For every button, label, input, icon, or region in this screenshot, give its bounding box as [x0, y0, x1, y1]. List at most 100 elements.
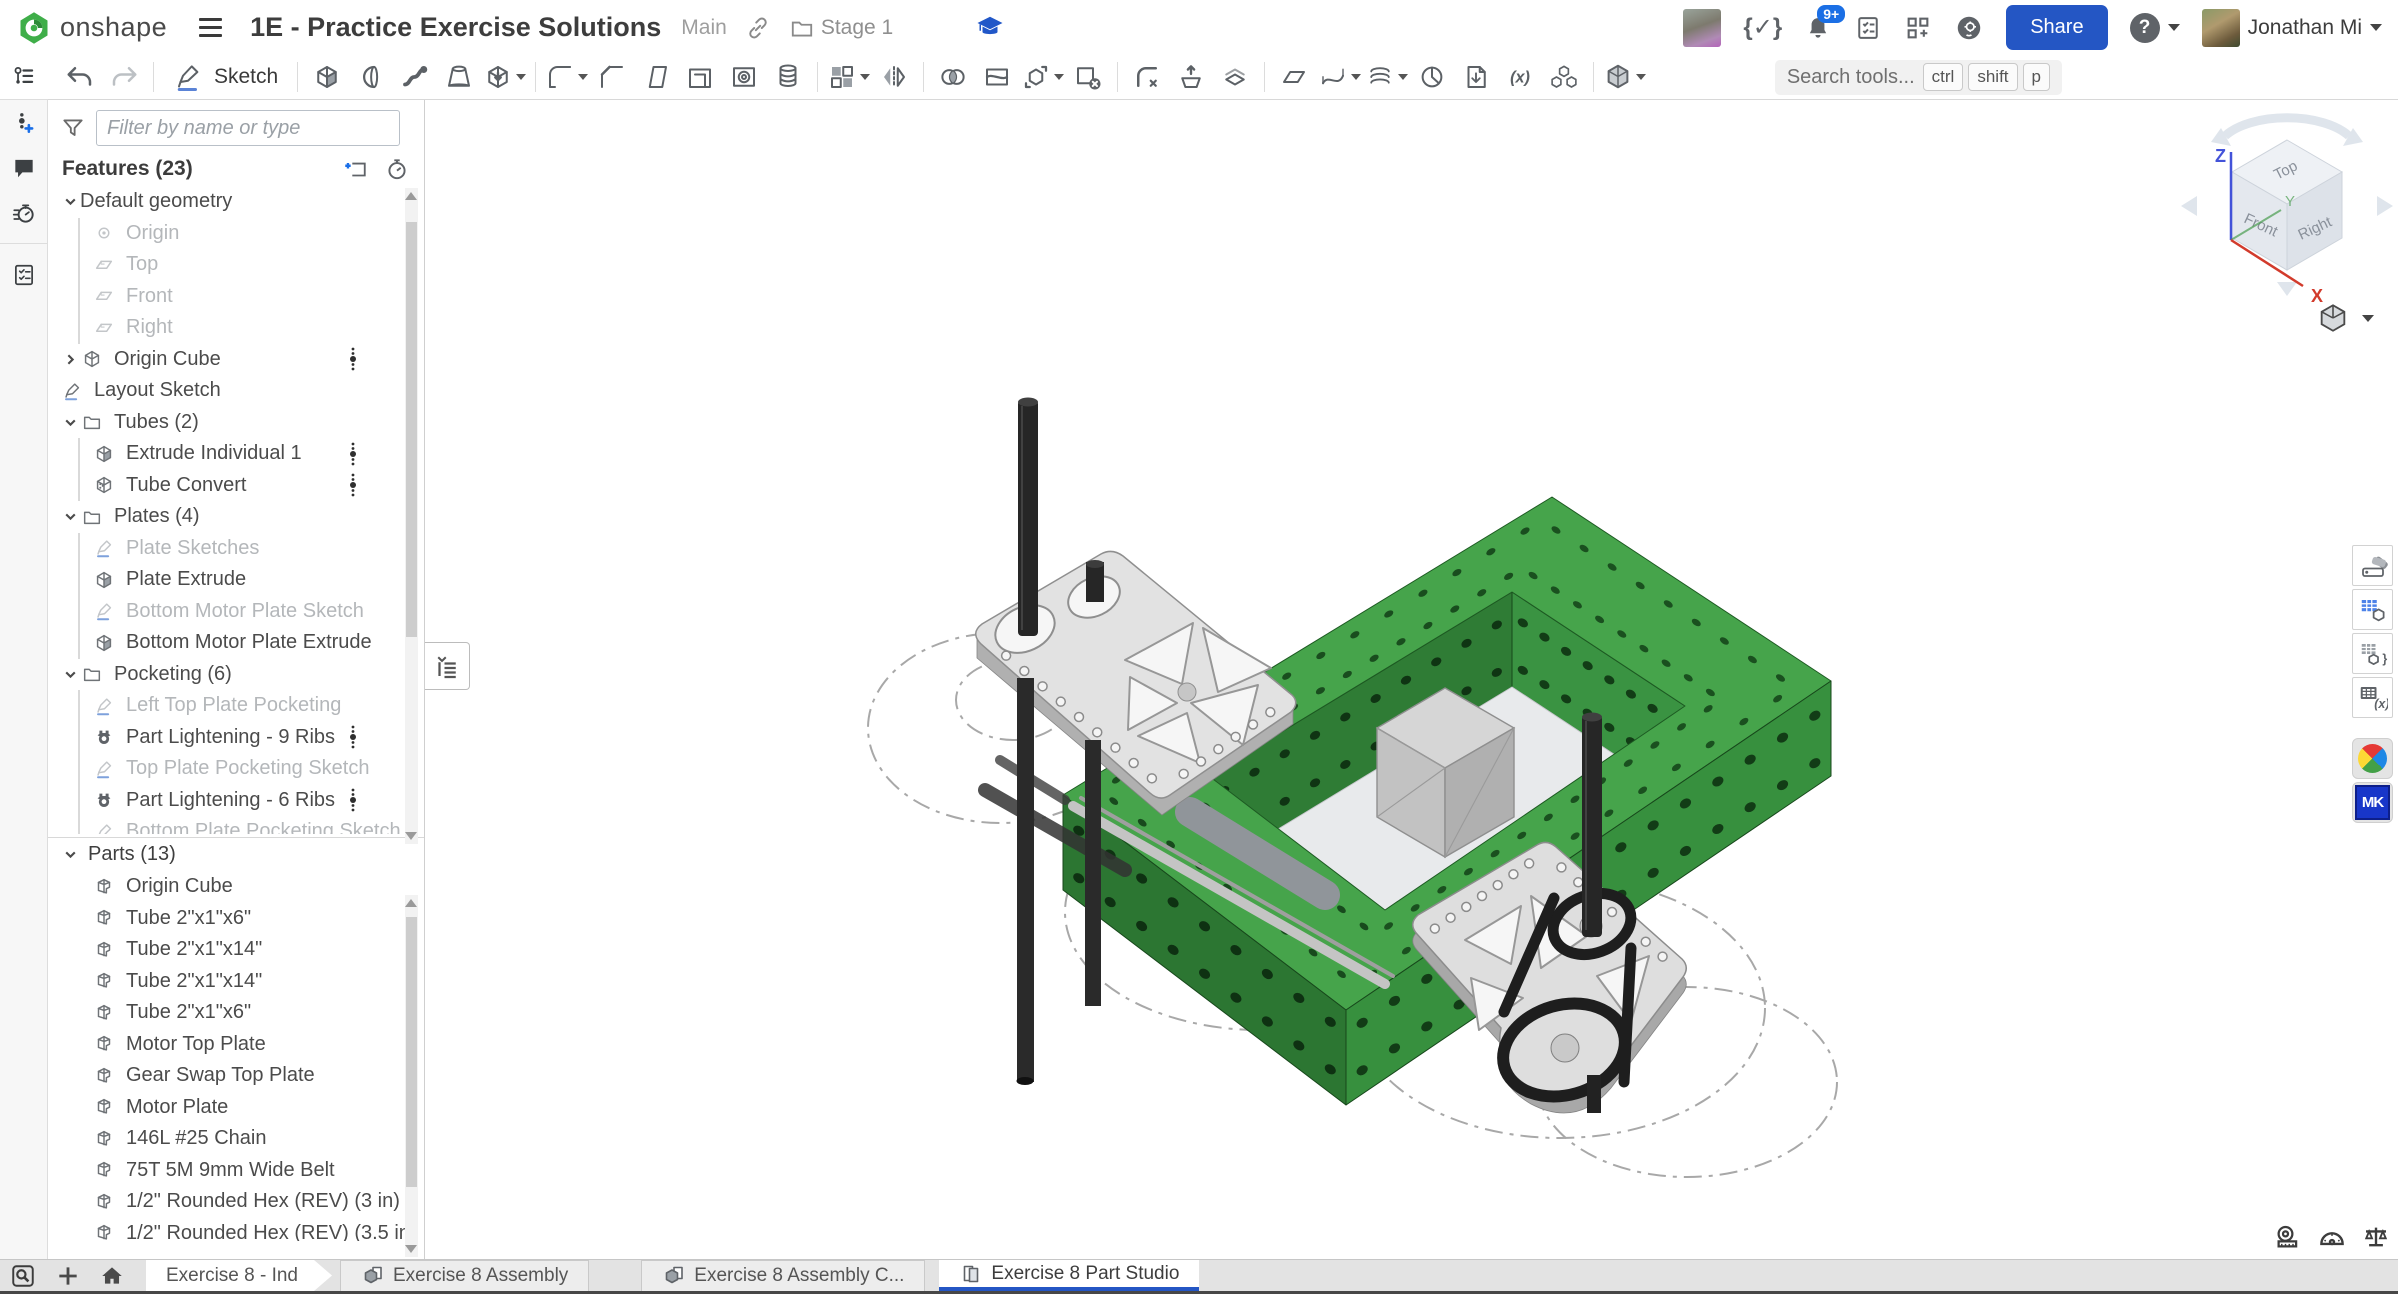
offset-surface-button[interactable]: [1213, 58, 1257, 96]
feature-list-button[interactable]: [0, 55, 48, 100]
collaborator-avatar[interactable]: [1683, 9, 1721, 47]
new-folder-icon[interactable]: [342, 156, 368, 182]
caret-down-icon[interactable]: [60, 509, 80, 524]
parts-header-row[interactable]: Parts (13): [48, 838, 424, 871]
feature-tree-item[interactable]: Tube Convert: [48, 470, 424, 502]
search-tabs-button[interactable]: [0, 1260, 46, 1291]
feature-tree-group[interactable]: Pocketing (6): [48, 659, 424, 691]
caret-right-icon[interactable]: [60, 352, 80, 367]
rotate-down-arrow[interactable]: [2277, 282, 2297, 296]
part-item[interactable]: 75T 5M 9mm Wide Belt: [48, 1155, 424, 1187]
version-label[interactable]: Stage 1: [821, 16, 893, 40]
protractor-button[interactable]: [2317, 1222, 2347, 1252]
tab-exercise-8-part-studio[interactable]: Exercise 8 Part Studio: [939, 1260, 1199, 1291]
revolve-button[interactable]: [349, 58, 393, 96]
feature-tree-item[interactable]: Right: [48, 312, 424, 344]
follow-checklist-button[interactable]: [0, 252, 48, 297]
release-tasks-icon[interactable]: [1854, 14, 1882, 42]
view-options-button[interactable]: [2310, 300, 2380, 336]
derived-button[interactable]: [1454, 58, 1498, 96]
draft-button[interactable]: [634, 58, 678, 96]
modify-fillet-button[interactable]: [1125, 58, 1169, 96]
tape-measure-button[interactable]: [2273, 1222, 2303, 1252]
feature-tree-item[interactable]: Bottom Motor Plate Extrude: [48, 627, 424, 659]
caret-down-icon[interactable]: [60, 415, 80, 430]
feature-tree-item[interactable]: Top: [48, 249, 424, 281]
caret-down-icon[interactable]: [60, 194, 80, 209]
panel-collapse-handle[interactable]: [425, 642, 470, 690]
featurescript-icon[interactable]: {✓}: [1743, 13, 1782, 42]
sweep-button[interactable]: [393, 58, 437, 96]
3d-model-canvas[interactable]: Top Front Right Z Y X: [425, 100, 2398, 1260]
appearance-panel-button[interactable]: [2352, 545, 2393, 586]
main-menu-button[interactable]: [195, 14, 226, 41]
feature-tree-group[interactable]: Default geometry: [48, 186, 424, 218]
tab-exercise-8-assembly-c-[interactable]: Exercise 8 Assembly C...: [641, 1260, 925, 1291]
thicken-button[interactable]: [481, 58, 528, 96]
part-item[interactable]: Tube 2"x1"x6": [48, 997, 424, 1029]
transform-button[interactable]: [1019, 58, 1066, 96]
parts-scrollbar[interactable]: [405, 895, 418, 1257]
feature-tree-item[interactable]: Part Lightening - 6 Ribs: [48, 785, 424, 817]
mass-properties-button[interactable]: [2361, 1222, 2391, 1252]
feature-tree-group[interactable]: Plates (4): [48, 501, 424, 533]
feature-tree-item[interactable]: Layout Sketch: [48, 375, 424, 407]
surface-button[interactable]: [1316, 58, 1363, 96]
undo-button[interactable]: [58, 58, 102, 96]
features-scrollbar[interactable]: [405, 188, 418, 844]
feature-tree-item[interactable]: Plate Extrude: [48, 564, 424, 596]
suppress-dots-icon[interactable]: [348, 787, 358, 813]
tab-exercise-8-assembly[interactable]: Exercise 8 Assembly: [340, 1260, 589, 1291]
caret-down-icon[interactable]: [60, 667, 80, 682]
history-button[interactable]: [0, 190, 48, 235]
help-icon[interactable]: ?: [2130, 13, 2160, 43]
user-avatar[interactable]: [2202, 9, 2240, 47]
helix-button[interactable]: [1363, 58, 1410, 96]
shell-button[interactable]: [678, 58, 722, 96]
suppress-dots-icon[interactable]: [348, 724, 358, 750]
filter-input[interactable]: [96, 110, 400, 146]
home-tab-button[interactable]: [90, 1260, 134, 1291]
variable-table-button[interactable]: (x): [2352, 677, 2393, 718]
notifications-bell-icon[interactable]: 9+: [1804, 14, 1832, 42]
part-item[interactable]: 1/2" Rounded Hex (REV) (3 in): [48, 1186, 424, 1218]
redo-button[interactable]: [102, 58, 146, 96]
move-face-button[interactable]: [1169, 58, 1213, 96]
feature-tree-item[interactable]: Part Lightening - 9 Ribs: [48, 722, 424, 754]
part-item[interactable]: Gear Swap Top Plate: [48, 1060, 424, 1092]
color-app-button[interactable]: [2352, 738, 2393, 779]
mkcad-app-button[interactable]: MK: [2352, 782, 2393, 823]
feature-tree-item[interactable]: Plate Sketches: [48, 533, 424, 565]
tab-exercise-8-ind[interactable]: Exercise 8 - Ind: [146, 1260, 332, 1291]
feature-tree-item[interactable]: Front: [48, 281, 424, 313]
user-menu[interactable]: Jonathan Mi: [2202, 9, 2382, 47]
part-tables-button[interactable]: [2352, 589, 2393, 630]
link-icon[interactable]: [745, 15, 771, 41]
feature-tree-item[interactable]: Left Top Plate Pocketing: [48, 690, 424, 722]
thread-button[interactable]: [766, 58, 810, 96]
version-folder-icon[interactable]: Stage 1: [789, 15, 893, 41]
loft-button[interactable]: [437, 58, 481, 96]
plane-button[interactable]: [1272, 58, 1316, 96]
boolean-button[interactable]: [931, 58, 975, 96]
part-item[interactable]: 146L #25 Chain: [48, 1123, 424, 1155]
delete-part-button[interactable]: [1066, 58, 1110, 96]
rotate-left-arrow[interactable]: [2181, 196, 2197, 216]
search-tools-button[interactable]: Search tools... ctrlshiftp: [1775, 60, 2062, 95]
help-menu[interactable]: ?: [2130, 13, 2180, 43]
parts-caret-icon[interactable]: [60, 847, 80, 862]
feature-tree-group[interactable]: Origin Cube: [48, 344, 424, 376]
rotate-right-arrow[interactable]: [2377, 196, 2393, 216]
part-item[interactable]: Tube 2"x1"x6": [48, 903, 424, 935]
create-version-button[interactable]: [0, 100, 48, 145]
learning-center-icon[interactable]: [975, 13, 1005, 43]
part-item[interactable]: Motor Top Plate: [48, 1029, 424, 1061]
add-tab-button[interactable]: [46, 1260, 90, 1291]
rollback-clock-icon[interactable]: [384, 156, 410, 182]
fillet-button[interactable]: [543, 58, 590, 96]
linear-pattern-button[interactable]: [825, 58, 872, 96]
view-cube[interactable]: Top Front Right Z Y X: [2181, 118, 2393, 306]
part-item[interactable]: Origin Cube: [48, 871, 424, 903]
mirror-button[interactable]: [872, 58, 916, 96]
extrude-button[interactable]: [305, 58, 349, 96]
